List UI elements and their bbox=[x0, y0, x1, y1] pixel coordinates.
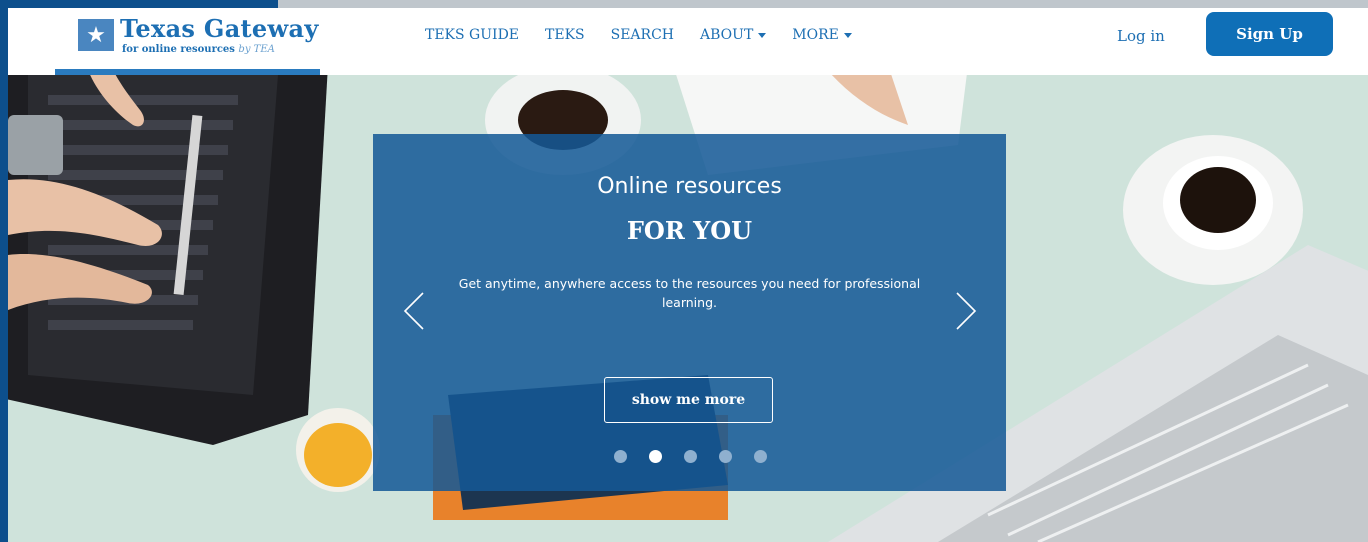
brand-name: Texas Gateway bbox=[120, 14, 319, 43]
nav-search-label: SEARCH bbox=[610, 27, 675, 43]
nav-search[interactable]: SEARCH bbox=[611, 27, 674, 43]
carousel-dot-1[interactable] bbox=[614, 450, 627, 463]
main-nav: TEKS GUIDE TEKS SEARCH ABOUT MORE bbox=[425, 27, 852, 43]
nav-teks-guide[interactable]: TEKS GUIDE bbox=[425, 27, 519, 43]
brand-tagline-main: for online resources bbox=[122, 44, 235, 55]
nav-teks-guide-label: TEKS GUIDE bbox=[425, 27, 520, 43]
nav-more-label: MORE bbox=[792, 27, 839, 43]
caret-down-icon bbox=[758, 32, 767, 38]
slide-title: Online resources bbox=[597, 174, 782, 199]
nav-about-dropdown[interactable]: ABOUT bbox=[700, 27, 767, 43]
carousel-indicators bbox=[614, 450, 767, 463]
login-link[interactable]: Log in bbox=[1117, 27, 1165, 45]
chevron-left-icon[interactable] bbox=[401, 291, 427, 331]
hero-carousel: Online resources FOR YOU Get anytime, an… bbox=[8, 75, 1368, 542]
texas-gateway-logo[interactable]: ★ Texas Gateway for online resources by … bbox=[78, 14, 340, 60]
show-me-more-button[interactable]: show me more bbox=[604, 377, 773, 423]
nav-more-dropdown[interactable]: MORE bbox=[792, 27, 852, 43]
slide-subtitle: FOR YOU bbox=[626, 216, 753, 245]
window-frame-left bbox=[0, 0, 8, 542]
nav-teks[interactable]: TEKS bbox=[545, 27, 585, 43]
carousel-slide: Online resources FOR YOU Get anytime, an… bbox=[373, 134, 1006, 491]
carousel-dot-4[interactable] bbox=[719, 450, 732, 463]
site-header: ★ Texas Gateway for online resources by … bbox=[8, 8, 1368, 75]
carousel-dot-3[interactable] bbox=[684, 450, 697, 463]
nav-about-label: ABOUT bbox=[700, 27, 754, 43]
signup-button[interactable]: Sign Up bbox=[1206, 12, 1333, 56]
caret-down-icon bbox=[843, 32, 852, 38]
slide-description: Get anytime, anywhere access to the reso… bbox=[458, 276, 921, 310]
chevron-right-icon[interactable] bbox=[953, 291, 979, 331]
carousel-dot-5[interactable] bbox=[754, 450, 767, 463]
carousel-dot-2[interactable] bbox=[649, 450, 662, 463]
brand-tagline: for online resources by TEA bbox=[122, 44, 275, 55]
star-icon: ★ bbox=[78, 19, 114, 51]
window-frame-top-highlight bbox=[278, 0, 1368, 8]
nav-teks-label: TEKS bbox=[545, 27, 585, 43]
brand-tagline-by: by TEA bbox=[238, 44, 275, 55]
